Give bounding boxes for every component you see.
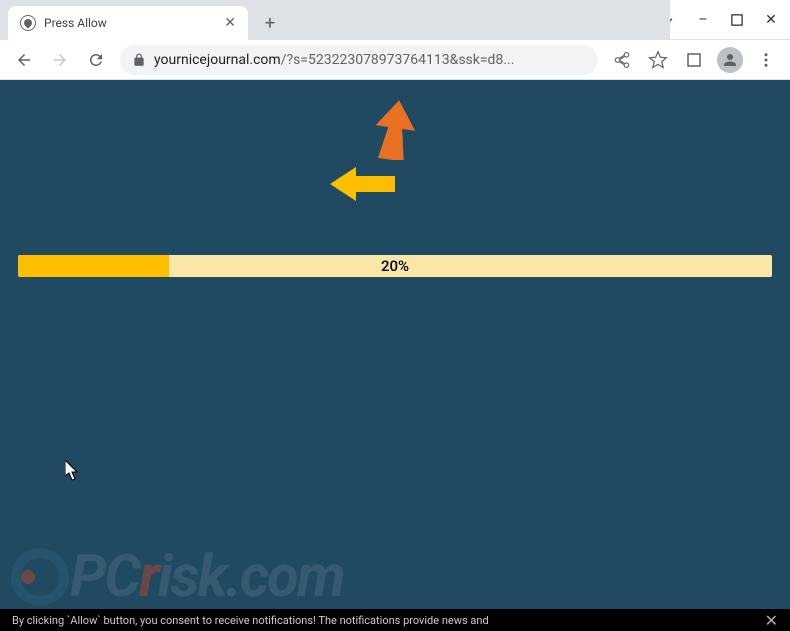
page-content: 20% PCrisk.com By clicking `Allow` butto… (0, 80, 790, 631)
arrow-left-icon (330, 165, 395, 203)
profile-avatar[interactable] (714, 44, 746, 76)
browser-toolbar: yournicejournal.com/?s=52322307897376411… (0, 40, 790, 80)
tab-title: Press Allow (44, 16, 216, 30)
url-text: yournicejournal.com/?s=52322307897376411… (154, 52, 586, 68)
extensions-icon[interactable] (678, 44, 710, 76)
tab-bar: Press Allow ✕ + (0, 0, 670, 40)
watermark-logo-icon (10, 547, 70, 607)
watermark: PCrisk.com (10, 543, 780, 611)
share-icon[interactable] (606, 44, 638, 76)
close-consent-icon[interactable]: ✕ (765, 611, 778, 630)
browser-tab[interactable]: Press Allow ✕ (8, 6, 248, 40)
address-bar[interactable]: yournicejournal.com/?s=52322307897376411… (120, 45, 598, 75)
cursor-icon (65, 460, 81, 482)
back-button[interactable] (8, 44, 40, 76)
new-tab-button[interactable]: + (256, 9, 284, 37)
menu-icon[interactable] (750, 44, 782, 76)
lock-icon (132, 53, 146, 67)
close-tab-icon[interactable]: ✕ (224, 15, 236, 31)
globe-icon (20, 15, 36, 31)
star-icon[interactable] (642, 44, 674, 76)
consent-bar: By clicking `Allow` button, you consent … (0, 609, 790, 631)
arrow-up-icon (370, 100, 420, 160)
close-window-button[interactable]: ✕ (764, 13, 778, 27)
consent-text: By clicking `Allow` button, you consent … (12, 614, 765, 627)
progress-label: 20% (18, 255, 772, 277)
reload-button[interactable] (80, 44, 112, 76)
progress-bar: 20% (18, 255, 772, 277)
minimize-button[interactable]: – (696, 13, 710, 27)
maximize-button[interactable] (730, 13, 744, 27)
forward-button[interactable] (44, 44, 76, 76)
watermark-text: PCrisk.com (70, 543, 344, 611)
